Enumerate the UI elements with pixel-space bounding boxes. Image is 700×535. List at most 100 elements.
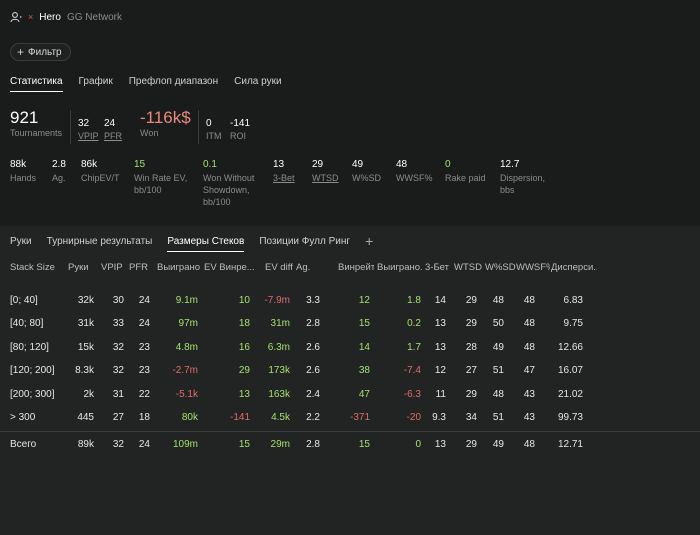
cell-dispersion: 12.66 [557,341,583,353]
user-icon[interactable] [10,11,22,23]
table-row[interactable]: > 300 445 27 18 80k -141 4.5k 2.2 -371 -20 9.3 34 51… [0,406,700,429]
tab-tournament-results[interactable]: Турнирные результаты [47,236,153,251]
stat-vpip: 32 VPIP [78,118,99,141]
cell-wwsf: 48 [523,318,535,330]
stat-hands: 88k Hands [10,159,46,184]
column-header-pfr[interactable]: PFR [129,260,153,276]
wwsf-value: 48 [396,159,408,170]
total-dispersion: 12.71 [557,439,583,450]
column-header-vpip[interactable]: VPIP [101,260,125,276]
column-header-wsd[interactable]: W%SD [485,260,517,276]
roi-label: ROI [230,131,247,141]
ag-value: 2.8 [52,159,66,170]
cell-hands: 2k [83,388,94,400]
cell-stack-size: [40; 80] [10,318,44,330]
table-row[interactable]: [120; 200] 8.3k 32 23 -2.7m 29 173k 2.6 38 -7.4 12… [0,359,700,382]
cell-ev-winrate: 29 [238,365,250,377]
column-header-wtsd[interactable]: WTSD [454,260,482,276]
column-header-dispersion[interactable]: Дисперси... [551,260,597,276]
cell-hands: 32k [77,295,94,306]
cell-3bet: 13 [434,318,446,330]
chipev-label: ChipEV/T [81,173,120,183]
table-row[interactable]: [0; 40] 32k 30 24 9.1m 10 -7.9m 3.3 12 1.8 14 29 48 4… [0,289,700,312]
cell-stack-size: [0; 40] [10,295,38,306]
tab-statistics[interactable]: Статистика [10,76,63,92]
divider [0,431,700,432]
column-header-stack-size[interactable]: Stack Size [10,260,66,276]
pfr-label[interactable]: PFR [104,131,122,141]
wsd-label: W%SD [352,173,381,183]
total-hands: 89k [77,439,94,450]
roi-value: -141 [230,118,251,129]
column-header-hands[interactable]: Руки [68,260,92,276]
cell-ag: 3.3 [306,295,320,306]
cell-won: 4.8m [175,341,198,353]
cell-dispersion: 6.83 [563,295,583,306]
wtsd-label[interactable]: WTSD [312,172,346,184]
total-stack-size: Всего [10,439,37,450]
column-header-ev-diff[interactable]: EV diff [265,260,293,276]
tab-hands[interactable]: Руки [10,236,32,251]
table-row[interactable]: [40; 80] 31k 33 24 97m 18 31m 2.8 15 0.2 13 29 50 48 9… [0,312,700,335]
cell-ag: 2.2 [306,411,320,423]
cell-vpip: 32 [112,365,124,377]
column-header-won[interactable]: Выиграно [157,260,201,276]
table-row[interactable]: [200; 300] 2k 31 22 -5.1k 13 163k 2.4 47 -6.3 11 29… [0,383,700,406]
divider [70,110,71,144]
cell-won: 97m [178,318,198,330]
cell-dispersion: 21.02 [557,388,583,400]
cell-won-bb: -20 [406,411,421,423]
cell-pfr: 18 [138,411,150,423]
3bet-label[interactable]: 3-Bet [273,172,307,184]
column-header-won-bb[interactable]: Выиграно... [377,260,423,276]
stat-itm: 0 ITM [206,118,222,141]
stat-rake-paid: 0 Rake paid [445,159,497,184]
player-header: × Hero GG Network [10,11,122,23]
cell-won-bb: 1.8 [407,295,421,306]
top-tabs: Статистика График Префлоп диапазон Сила … [10,76,282,92]
divider [198,110,199,144]
cell-ag: 2.6 [306,365,320,377]
cell-ev-diff: -7.9m [264,295,290,306]
wwsf-label: WWSF% [396,173,433,183]
stat-wtsd: 29 WTSD [312,159,346,184]
won-label: Won [140,128,159,138]
cell-won-bb: 0.2 [407,318,421,330]
column-header-3bet[interactable]: 3-Бет [425,260,449,276]
cell-winrate: 12 [358,295,370,306]
summary-stats: 921 Tournaments 32 VPIP 24 PFR -116k$ Wo… [10,108,690,148]
column-header-wwsf[interactable]: WWSF% [516,260,550,276]
remove-player-icon[interactable]: × [28,12,33,22]
cell-winrate: -371 [349,411,370,423]
table-row[interactable]: [80; 120] 15k 32 23 4.8m 16 6.3m 2.6 14 1.7 13 28 49… [0,336,700,359]
add-tab-icon[interactable]: + [365,234,373,248]
cell-wwsf: 48 [523,341,535,353]
cell-hands: 31k [77,318,94,330]
cell-ev-diff: 4.5k [271,411,290,423]
column-header-winrate[interactable]: Винрейт ... [338,260,374,276]
cell-hands: 445 [77,411,94,423]
tab-preflop-range[interactable]: Префлоп диапазон [129,76,218,92]
column-header-ev-winrate[interactable]: EV Винре... [204,260,258,276]
stat-won: -116k$ Won [140,108,191,138]
cell-pfr: 22 [138,388,150,400]
filter-button[interactable]: + Фильтр [10,43,71,61]
cell-vpip: 30 [112,295,124,306]
cell-won-bb: 1.7 [407,341,421,353]
tab-stack-sizes[interactable]: Размеры Стеков [167,236,245,252]
total-pfr: 24 [138,439,150,450]
tab-hand-strength[interactable]: Сила руки [234,76,281,92]
total-ag: 2.8 [306,439,320,450]
tab-full-ring-positions[interactable]: Позиции Фулл Ринг [259,236,350,251]
rake-value: 0 [445,159,451,170]
ag-label: Ag. [52,173,66,183]
total-wtsd: 29 [465,439,477,450]
cell-stack-size: [200; 300] [10,388,55,400]
cell-wsd: 48 [492,388,504,400]
tab-graph[interactable]: График [79,76,113,92]
3bet-value: 13 [273,159,285,170]
vpip-label[interactable]: VPIP [78,131,99,141]
column-header-ag[interactable]: Ag. [296,260,316,276]
stat-dispersion: 12.7 Dispersion, bbs [500,159,560,196]
cell-wtsd: 29 [465,388,477,400]
